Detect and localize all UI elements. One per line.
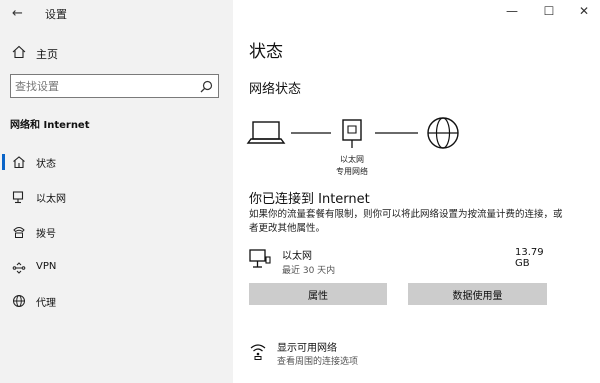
section-title: 网络和 Internet [10,120,90,131]
connected-heading: 你已连接到 Internet [249,192,370,207]
minimize-button[interactable]: — [498,4,526,18]
connection-description: 如果你的流量套餐有限制，则你可以将此网络设置为按流量计费的连接，或者更改其他属性… [249,209,563,234]
ethernet-connection-row: 以太网 最近 30 天内 13.79 GB [249,244,549,278]
sidebar-item-status[interactable]: 状态 [0,148,233,176]
dialup-icon [13,227,25,238]
connection-subtitle: 最近 30 天内 [282,266,336,276]
connection-name: 以太网 [282,251,312,262]
back-arrow-icon[interactable]: ← [12,6,23,21]
sidebar-item-label: 以太网 [36,194,66,205]
internet-globe-icon [427,117,459,149]
app-title: 设置 [45,8,67,21]
sidebar-item-label: 拨号 [36,229,56,240]
title-bar: ← 设置 [0,0,233,26]
connection-usage: 13.79 GB [515,247,544,269]
sidebar-item-dialup[interactable]: 拨号 [0,218,233,246]
ethernet-icon [12,191,24,204]
properties-button[interactable]: 属性 [249,283,387,305]
ethernet-node-icon [342,119,362,148]
sidebar-item-proxy[interactable]: 代理 [0,287,233,315]
sidebar-item-label: VPN [36,261,57,272]
active-indicator [2,154,5,170]
data-usage-button[interactable]: 数据使用量 [408,283,547,305]
show-available-networks[interactable]: 显示可用网络 查看周围的连接选项 [249,339,549,369]
available-networks-title: 显示可用网络 [277,343,337,354]
maximize-button[interactable]: ☐ [535,4,563,18]
sidebar-item-home[interactable]: 主页 [0,42,233,64]
main-content: — ☐ ✕ 状态 网络状态 以太网 专用网络 你已连接到 Internet 如果… [233,0,600,383]
search-icon[interactable] [200,80,213,93]
close-button[interactable]: ✕ [570,4,598,18]
laptop-icon [246,121,286,144]
network-status-heading: 网络状态 [249,82,302,97]
sidebar-item-vpn[interactable]: VPN [0,254,233,282]
sidebar: ← 设置 主页 网络和 Internet 状态 以太网 [0,0,233,383]
ethernet-node-label: 以太网 [340,155,364,164]
search-input[interactable] [15,78,195,94]
globe-icon [13,295,25,307]
ethernet-icon [249,249,271,268]
home-icon [12,45,26,59]
network-diagram: 以太网 专用网络 [243,112,473,184]
search-box[interactable] [10,74,219,98]
vpn-icon [12,262,26,274]
available-networks-icon [250,344,266,360]
home-wired-status-icon [13,156,25,169]
sidebar-item-label: 代理 [36,298,56,309]
ethernet-node-sublabel: 专用网络 [336,167,368,176]
sidebar-item-ethernet[interactable]: 以太网 [0,183,233,211]
available-networks-subtitle: 查看周围的连接选项 [277,357,359,367]
page-title: 状态 [249,42,283,62]
sidebar-item-label: 主页 [36,48,58,61]
sidebar-item-label: 状态 [36,159,56,170]
